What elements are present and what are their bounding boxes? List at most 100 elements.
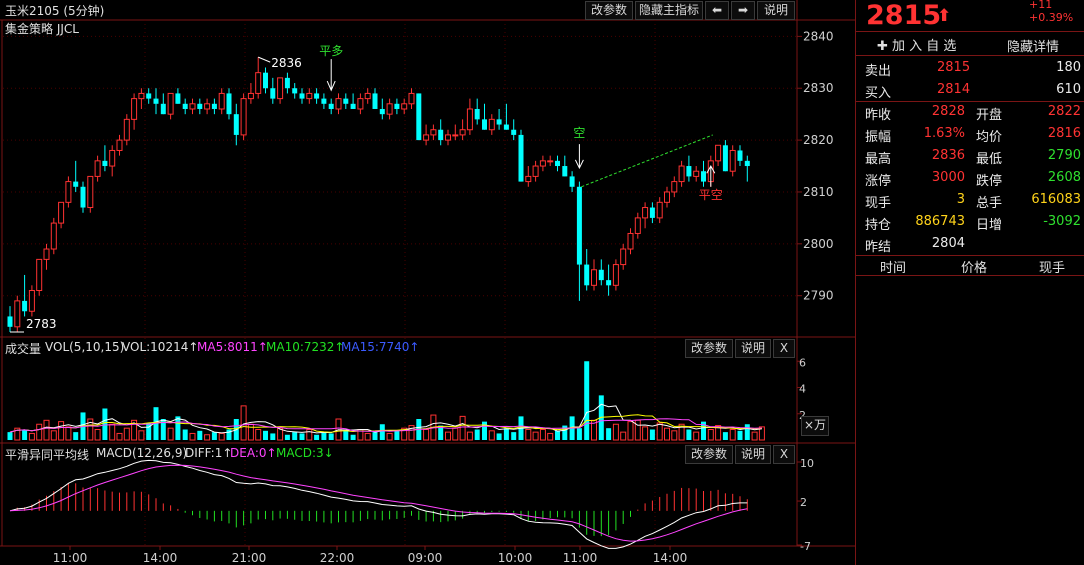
candle-body [445,134,451,141]
volume-params-button[interactable]: 改参数 [685,339,733,358]
candle-body [277,77,284,100]
candle-body [102,160,108,167]
down-arrow-icon [326,59,336,92]
candle-body [496,119,502,125]
macd-label: MACD(12,26,9) [96,446,188,460]
prev-arrow-icon[interactable]: ⬅ [705,1,729,20]
macd-dea: DEA:0↑ [230,446,277,460]
volume-bar [350,434,356,440]
volume-bar [109,423,116,441]
volume-unit-label[interactable]: ×万 [801,416,829,436]
chart-title: 玉米2105 (5分钟) [5,4,105,18]
macd-tick-label: -7 [800,540,811,553]
volume-bar [240,405,247,441]
hide-detail-button[interactable]: 隐藏详情 [1007,36,1059,55]
candle-body [299,93,305,99]
volume-bar [547,432,554,441]
macd-diff: DIFF:1↑ [185,446,233,460]
candle-body [116,139,123,151]
candle-body [488,118,495,131]
volume-close-icon[interactable]: X [773,339,795,358]
candle-body [715,144,722,162]
signal-pingkong-label: 平空 [699,188,723,202]
macd-close-icon[interactable]: X [773,445,795,464]
stat-label: 均价 [976,130,1003,145]
tick-header-qty: 现手 [1039,261,1066,276]
volume-bar [656,422,663,441]
candle-body [503,124,509,130]
candle-body [65,181,72,203]
candle-body [306,92,313,100]
volume-help-button[interactable]: 说明 [735,339,771,358]
macd-help-button[interactable]: 说明 [735,445,771,464]
candle-body [292,88,298,94]
volume-bar [555,430,560,440]
candle-body [459,129,466,136]
hide-main-indicator-button[interactable]: 隐藏主指标 [635,1,703,20]
volume-bar [28,432,35,441]
volume-bar [50,430,57,441]
candle-body [598,269,604,281]
stat-label: 持仓 [865,218,892,233]
volume-bar [744,424,750,440]
volume-bar [306,429,313,441]
volume-bar [292,432,298,440]
help-button[interactable]: 说明 [757,1,795,20]
max-price-label: 2836 [271,56,302,70]
candle-body [335,98,342,110]
candle-body [270,88,276,99]
volume-bar [627,421,634,441]
macd-params-button[interactable]: 改参数 [685,445,733,464]
candle-body [364,92,371,100]
volume-bar [43,419,50,441]
candle-body [204,103,211,110]
candle-body [73,181,79,187]
candle-body [211,103,217,109]
candle-body [263,72,268,89]
volume-bar [116,432,123,441]
volume-tick-label: 6 [799,356,806,369]
volume-bar [138,430,145,441]
bid-price: 2814 [937,82,971,97]
volume-bar [671,430,678,441]
stat-value: 2822 [1047,104,1081,119]
stat-value: 3 [956,192,965,207]
volume-bar [482,421,487,440]
candle-body [671,181,678,193]
params-button[interactable]: 改参数 [585,1,633,20]
stat-value: 2816 [1047,126,1081,141]
next-arrow-icon[interactable]: ➡ [731,1,755,20]
macd-tick-label: 2 [800,496,807,509]
stat-value: 1.63% [923,126,965,141]
volume-bar [474,429,480,440]
time-axis-label: 09:00 [408,551,443,565]
candle-body [314,93,320,99]
time-axis-label: 22:00 [320,551,355,565]
volume-bar [525,429,532,441]
candle-body [36,258,43,292]
price-change: +11 [1029,0,1053,11]
stat-label: 昨收 [865,108,892,123]
stat-label: 现手 [865,196,892,211]
candle-body [569,176,575,187]
volume-bar [452,427,459,441]
chart-canvas[interactable]: 2840 2830 2820 2810 2800 2790 2836 2783 平多空平空 6 4 2… [0,0,855,565]
time-axis-label: 14:00 [143,551,178,565]
candle-body [430,129,437,136]
stat-row: 最高 2836 最低 2790 [863,145,1081,167]
volume-bar [649,429,655,440]
stat-label: 日增 [976,218,1003,233]
add-watchlist-button[interactable]: ✚ 加 入 自 选 [877,35,956,54]
price-tick-label: 2820 [803,133,834,147]
quote-panel: 2815 ⬆ +11 +0.39% ✚ 加 入 自 选 隐藏详情 卖出 2815… [855,0,1084,565]
candle-body [482,119,487,130]
volume-bar [606,428,612,440]
candle-body [555,160,560,167]
time-axis-label: 21:00 [232,551,267,565]
candle-body [146,93,152,99]
candle-body [693,170,700,177]
candle-body [182,103,188,109]
stat-label: 涨停 [865,174,892,189]
candle-body [138,92,145,100]
candle-body [321,98,327,104]
